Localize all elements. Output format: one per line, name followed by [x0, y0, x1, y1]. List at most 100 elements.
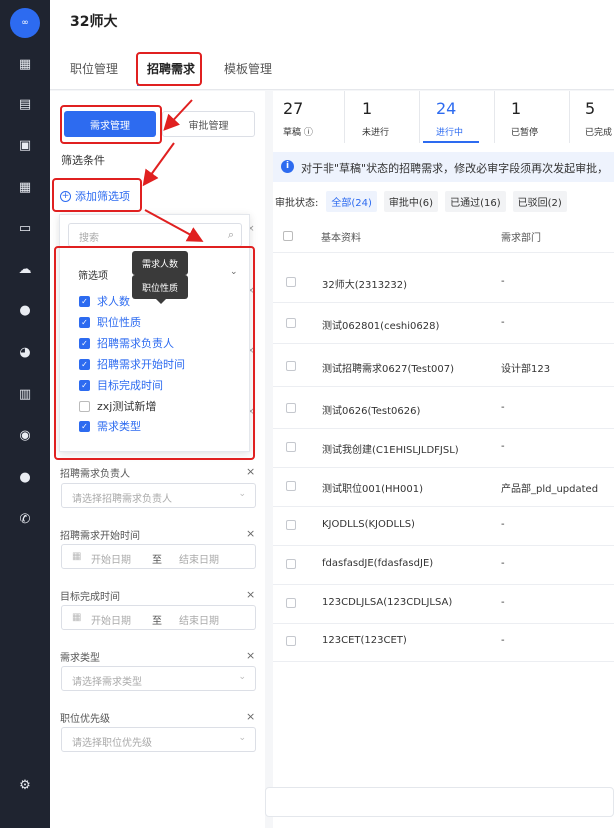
- search-placeholder: 搜索: [79, 233, 99, 244]
- stat-label: 已暂停: [511, 128, 539, 138]
- owner-filter-label: 招聘需求负责人: [60, 469, 130, 480]
- row-checkbox[interactable]: [286, 481, 296, 491]
- stat-draft[interactable]: 27 草稿 ⓘ: [283, 99, 313, 138]
- cell-basic-info[interactable]: 测试招聘需求0627(Test007): [322, 360, 454, 375]
- briefcase-icon[interactable]: ▤: [17, 97, 33, 113]
- stat-not-started[interactable]: 1 未进行: [362, 99, 389, 138]
- date-separator: 至: [152, 555, 162, 566]
- clipboard-icon[interactable]: ▣: [17, 138, 33, 154]
- calendar-icon: ▦: [72, 551, 82, 562]
- date-separator: 至: [152, 616, 162, 627]
- close-icon[interactable]: ×: [246, 588, 255, 601]
- approval-chip-all[interactable]: 全部(24): [326, 191, 377, 212]
- chevron-down-icon: ⌄: [238, 489, 246, 499]
- row-checkbox[interactable]: [286, 598, 296, 608]
- table-row[interactable]: 123CET(123CET) -: [273, 623, 614, 662]
- approval-status-label: 审批状态:: [275, 198, 319, 209]
- phone-icon[interactable]: ✆: [17, 512, 33, 528]
- priority-select[interactable]: 请选择职位优先级 ⌄: [61, 727, 256, 752]
- row-checkbox[interactable]: [286, 442, 296, 452]
- stat-label: 已完成: [585, 128, 613, 138]
- info-icon: i: [281, 160, 294, 173]
- cell-basic-info[interactable]: 32师大(2313232): [322, 276, 407, 291]
- row-checkbox[interactable]: [286, 277, 296, 287]
- close-icon[interactable]: ×: [246, 465, 255, 478]
- cell-basic-info[interactable]: KJODLLS(KJODLLS): [322, 519, 415, 530]
- select-all-checkbox[interactable]: [283, 231, 293, 241]
- table-row[interactable]: 32师大(2313232) -: [273, 264, 614, 303]
- row-checkbox[interactable]: [286, 361, 296, 371]
- start-date-range[interactable]: ▦ 开始日期 至 结束日期: [61, 544, 256, 569]
- app-logo[interactable]: ∞: [10, 8, 40, 38]
- stat-label: 草稿 ⓘ: [283, 128, 313, 138]
- dashboard-icon[interactable]: ▦: [17, 57, 33, 73]
- top-bar: 32师大: [50, 0, 614, 40]
- table-row[interactable]: 测试0626(Test0626) -: [273, 390, 614, 429]
- users-icon[interactable]: ●: [17, 470, 33, 486]
- notice-text: 对于非"草稿"状态的招聘需求，修改必审字段须再次发起审批，: [301, 162, 609, 175]
- type-select[interactable]: 请选择需求类型 ⌄: [61, 666, 256, 691]
- thumbs-up-icon[interactable]: ●: [17, 303, 33, 319]
- row-checkbox[interactable]: [286, 403, 296, 413]
- date-from: 开始日期: [91, 616, 131, 627]
- cell-basic-info[interactable]: 测试我创建(C1EHISLJLDFJSL): [322, 441, 459, 456]
- table-row[interactable]: 测试062801(ceshi0628) -: [273, 305, 614, 344]
- close-icon[interactable]: ×: [246, 710, 255, 723]
- divider: [569, 91, 570, 143]
- date-to: 结束日期: [179, 616, 219, 627]
- divider: [419, 91, 420, 143]
- close-icon[interactable]: ×: [246, 649, 255, 662]
- type-filter-label: 需求类型: [60, 653, 100, 664]
- cell-basic-info[interactable]: fdasfasdJE(fdasfasdJE): [322, 558, 433, 569]
- table-header: 基本资料 需求部门: [273, 219, 614, 253]
- approval-chip-pending[interactable]: 审批中(6): [383, 191, 439, 212]
- stat-count: 27: [283, 99, 304, 118]
- approval-management-button[interactable]: 审批管理: [162, 111, 255, 137]
- approval-chip-approved[interactable]: 已通过(16): [445, 191, 506, 212]
- table-row[interactable]: 123CDLJLSA(123CDLJLSA) -: [273, 585, 614, 624]
- calendar-icon: ▦: [72, 612, 82, 623]
- stat-paused[interactable]: 1 已暂停: [511, 99, 538, 138]
- approval-chip-rejected[interactable]: 已驳回(2): [512, 191, 567, 212]
- start-time-filter-label: 招聘需求开始时间: [60, 531, 140, 542]
- tab-templates[interactable]: 模板管理: [224, 60, 272, 77]
- stat-in-progress[interactable]: 24 进行中: [436, 99, 463, 138]
- bar-chart-icon[interactable]: ▥: [17, 387, 33, 403]
- wechat-icon[interactable]: ☁: [17, 262, 33, 278]
- gear-icon[interactable]: ⚙: [17, 778, 33, 794]
- filter-search-input[interactable]: 搜索 ⌕: [68, 223, 242, 247]
- pie-icon[interactable]: ◕: [17, 345, 33, 361]
- divider: [494, 91, 495, 143]
- cell-basic-info[interactable]: 测试职位001(HH001): [322, 480, 423, 495]
- cell-basic-info[interactable]: 测试062801(ceshi0628): [322, 317, 439, 332]
- filter-conditions-title: 筛选条件: [61, 154, 105, 167]
- active-stat-indicator: [423, 141, 479, 143]
- table-row[interactable]: 测试职位001(HH001) 产品部_pld_updated: [273, 468, 614, 507]
- table-row[interactable]: KJODLLS(KJODLLS) -: [273, 507, 614, 546]
- id-card-icon[interactable]: ▭: [17, 221, 33, 237]
- cell-basic-info[interactable]: 123CET(123CET): [322, 635, 407, 646]
- table-icon[interactable]: ▦: [17, 180, 33, 196]
- target-date-range[interactable]: ▦ 开始日期 至 结束日期: [61, 605, 256, 630]
- cell-basic-info[interactable]: 测试0626(Test0626): [322, 402, 420, 417]
- stat-completed[interactable]: 5 已完成: [585, 99, 612, 138]
- row-checkbox[interactable]: [286, 636, 296, 646]
- stat-count: 1: [511, 99, 522, 118]
- date-to: 结束日期: [179, 555, 219, 566]
- owner-select[interactable]: 请选择招聘需求负责人 ⌄: [61, 483, 256, 508]
- close-icon[interactable]: ×: [246, 527, 255, 540]
- tab-positions[interactable]: 职位管理: [70, 60, 118, 77]
- search-icon: ⌕: [227, 228, 234, 241]
- row-checkbox[interactable]: [286, 520, 296, 530]
- chevron-down-icon: ⌄: [238, 672, 246, 682]
- cell-basic-info[interactable]: 123CDLJLSA(123CDLJLSA): [322, 597, 452, 608]
- annotation-box-add-filter: [52, 178, 142, 212]
- table-row[interactable]: 测试我创建(C1EHISLJLDFJSL) -: [273, 429, 614, 468]
- person-circle-icon[interactable]: ◉: [17, 428, 33, 444]
- table-row[interactable]: fdasfasdJE(fdasfasdJE) -: [273, 546, 614, 585]
- row-checkbox[interactable]: [286, 318, 296, 328]
- table-row[interactable]: 测试招聘需求0627(Test007) 设计部123: [273, 348, 614, 387]
- row-checkbox[interactable]: [286, 559, 296, 569]
- tab-bar: 职位管理 招聘需求 模板管理: [50, 40, 614, 90]
- cell-department: -: [501, 276, 505, 287]
